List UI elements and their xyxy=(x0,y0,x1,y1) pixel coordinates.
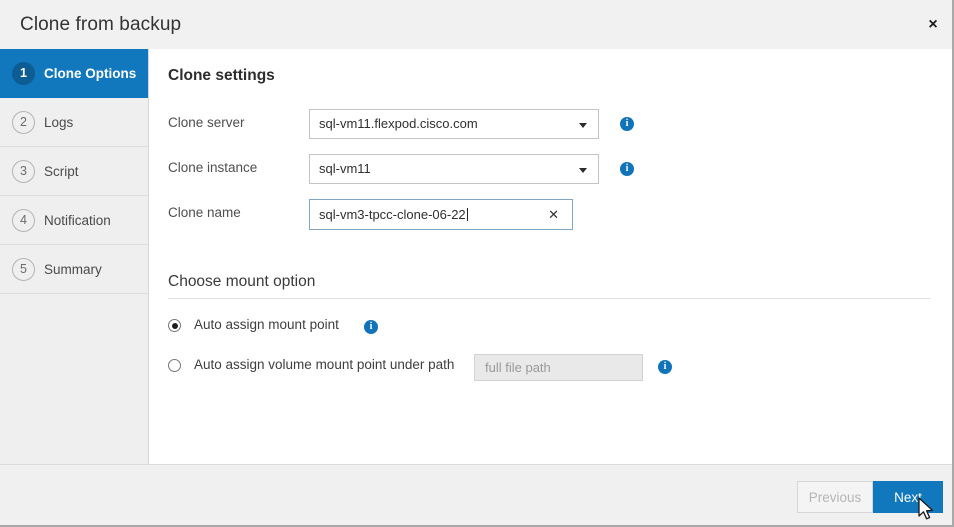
step-number-badge: 3 xyxy=(12,159,35,183)
dialog-title: Clone from backup xyxy=(20,14,182,35)
clone-server-label: Clone server xyxy=(168,115,245,130)
dialog-footer: Previous Next xyxy=(0,464,954,527)
text-cursor xyxy=(466,208,468,221)
clone-name-value: sql-vm3-tpcc-clone-06-22 xyxy=(319,207,466,222)
sidebar-item-label: Summary xyxy=(44,261,102,277)
dialog-titlebar: Clone from backup × xyxy=(0,0,954,49)
radio-auto-assign-volume-mount-point-label: Auto assign volume mount point under pat… xyxy=(194,357,455,372)
sidebar-item-notification[interactable]: 4 Notification xyxy=(0,196,148,245)
radio-auto-assign-mount-point[interactable] xyxy=(168,319,181,332)
radio-auto-assign-mount-point-label: Auto assign mount point xyxy=(194,317,339,332)
previous-button[interactable]: Previous xyxy=(797,481,873,513)
sidebar-item-label: Logs xyxy=(44,114,74,130)
clone-server-select[interactable]: sql-vm11.flexpod.cisco.com xyxy=(309,109,599,139)
clear-clone-name-icon[interactable]: ✕ xyxy=(548,207,559,223)
clone-name-input[interactable]: sql-vm3-tpcc-clone-06-22 ✕ xyxy=(309,199,573,230)
volume-mount-path-input[interactable]: full file path xyxy=(474,354,643,381)
mount-option-divider xyxy=(168,298,931,299)
sidebar-item-clone-options[interactable]: 1 Clone Options xyxy=(0,49,148,98)
clone-instance-value: sql-vm11 xyxy=(319,161,371,176)
step-number-badge: 4 xyxy=(12,208,35,232)
sidebar-item-label: Script xyxy=(44,163,79,179)
clone-settings-heading: Clone settings xyxy=(168,67,275,84)
sidebar-item-summary[interactable]: 5 Summary xyxy=(0,245,148,294)
clone-from-backup-dialog: Clone from backup × 1 Clone Options 2 Lo… xyxy=(0,0,954,527)
mount-option-heading: Choose mount option xyxy=(168,273,316,290)
close-icon[interactable]: × xyxy=(920,13,946,37)
clone-instance-label: Clone instance xyxy=(168,160,258,175)
sidebar-item-label: Clone Options xyxy=(44,65,137,81)
wizard-step-sidebar: 1 Clone Options 2 Logs 3 Script 4 Notifi… xyxy=(0,49,149,464)
clone-instance-info-icon[interactable]: i xyxy=(620,162,634,176)
step-number-badge: 5 xyxy=(12,257,35,281)
next-button[interactable]: Next xyxy=(873,481,943,513)
volume-mount-path-placeholder: full file path xyxy=(485,360,551,375)
sidebar-item-script[interactable]: 3 Script xyxy=(0,147,148,196)
auto-assign-info-icon[interactable]: i xyxy=(364,320,378,334)
clone-options-panel: Clone settings Clone server sql-vm11.fle… xyxy=(149,49,954,464)
step-number-badge: 2 xyxy=(12,110,35,134)
clone-server-value: sql-vm11.flexpod.cisco.com xyxy=(319,116,478,131)
chevron-down-icon xyxy=(579,123,587,128)
step-number-badge: 1 xyxy=(12,61,35,85)
clone-name-label: Clone name xyxy=(168,205,241,220)
volume-path-info-icon[interactable]: i xyxy=(658,360,672,374)
sidebar-item-logs[interactable]: 2 Logs xyxy=(0,98,148,147)
chevron-down-icon xyxy=(579,168,587,173)
sidebar-item-label: Notification xyxy=(44,212,111,228)
radio-auto-assign-volume-mount-point[interactable] xyxy=(168,359,181,372)
clone-server-info-icon[interactable]: i xyxy=(620,117,634,131)
clone-instance-select[interactable]: sql-vm11 xyxy=(309,154,599,184)
